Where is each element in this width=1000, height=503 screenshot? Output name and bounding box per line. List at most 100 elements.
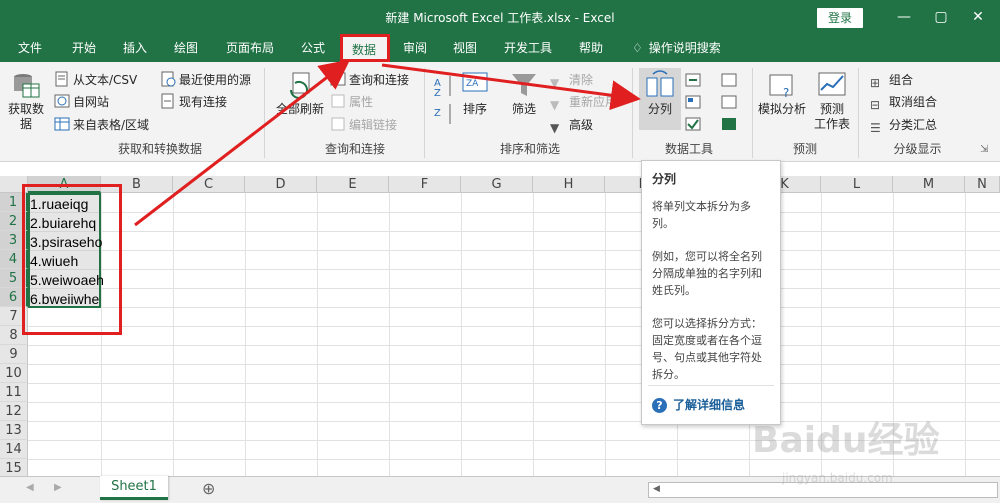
group-button[interactable]: ⊞ 组合	[870, 70, 913, 90]
existing-connections-button[interactable]: 现有连接	[160, 92, 227, 112]
column-header-f[interactable]: F	[389, 176, 461, 193]
tab-file[interactable]: 文件	[18, 34, 42, 62]
scroll-right-icon[interactable]: ▶	[54, 482, 62, 493]
tooltip-paragraph: 您可以选择拆分方式：固定宽度或者在各个逗号、句点或其他字符处拆分。	[652, 317, 762, 381]
tell-me-search[interactable]: ♢ 操作说明搜索	[632, 34, 721, 62]
tab-help[interactable]: 帮助	[579, 34, 603, 62]
tab-developer[interactable]: 开发工具	[504, 34, 552, 62]
group-label-queries: 查询和连接	[324, 142, 385, 156]
close-button[interactable]: ✕	[966, 5, 990, 29]
what-if-label: 模拟分析	[758, 102, 807, 116]
tooltip-paragraph: 例如，您可以将全名列分隔成单独的名字列和姓氏列。	[652, 250, 762, 297]
column-header-g[interactable]: G	[461, 176, 533, 193]
sort-az-icon[interactable]: AZ Z	[432, 74, 460, 126]
login-button[interactable]: 登录	[817, 8, 863, 28]
advanced-filter-icon: ▼	[550, 121, 560, 135]
column-header-n[interactable]: N	[965, 176, 1000, 193]
column-header-d[interactable]: D	[245, 176, 317, 193]
gridline	[245, 193, 246, 478]
formula-area	[0, 162, 1000, 176]
gridline	[28, 231, 1000, 232]
group-icon: ⊞	[870, 76, 881, 90]
filter-funnel-icon	[512, 74, 536, 96]
clear-filter-button[interactable]: ▼ 清除	[550, 70, 593, 90]
ungroup-button[interactable]: ⊟ 取消组合	[870, 92, 937, 112]
gridline	[28, 402, 1000, 403]
group-label-get-transform: 获取和转换数据	[117, 142, 202, 156]
group-separator	[424, 68, 425, 158]
row-header-14[interactable]: 14	[0, 440, 28, 459]
group-separator	[632, 68, 633, 158]
subtotal-button[interactable]: ☰ 分类汇总	[870, 115, 937, 135]
tab-home[interactable]: 开始	[72, 34, 96, 62]
watermark-brand: Baidu经验	[752, 420, 939, 461]
scroll-left-icon[interactable]: ◀	[26, 482, 34, 493]
column-header-c[interactable]: C	[173, 176, 245, 193]
svg-text:Z: Z	[434, 88, 441, 99]
gridline	[28, 345, 1000, 346]
ribbon-tabs: 文件 开始 插入 绘图 页面布局 公式 数据 审阅 视图 开发工具 帮助 ♢ 操作…	[0, 34, 1000, 62]
get-data-label: 获取数 据	[7, 102, 44, 131]
forecast-chart-icon	[818, 72, 846, 96]
row-header-10[interactable]: 10	[0, 364, 28, 383]
scroll-left-arrow-icon[interactable]: ◀	[653, 484, 660, 494]
dialog-launcher-icon[interactable]: ⇲	[980, 144, 988, 155]
filter-button[interactable]: 筛选	[506, 70, 542, 117]
gridline	[533, 193, 534, 478]
connections-icon	[161, 93, 174, 109]
row-header-12[interactable]: 12	[0, 402, 28, 421]
recent-sources-button[interactable]: 最近使用的源	[160, 70, 251, 90]
data-tools-small-icons[interactable]	[684, 72, 740, 132]
column-header-h[interactable]: H	[533, 176, 605, 193]
get-data-button[interactable]: 获取数 据	[6, 70, 46, 132]
row-header-13[interactable]: 13	[0, 421, 28, 440]
properties-icon	[331, 94, 345, 108]
refresh-all-button[interactable]: 全部刷新	[274, 70, 326, 117]
minimize-button[interactable]: —	[892, 5, 916, 29]
gridline	[28, 307, 1000, 308]
edit-links-button[interactable]: 编辑链接	[330, 115, 397, 135]
tab-draw[interactable]: 绘图	[174, 34, 198, 62]
from-text-csv-button[interactable]: 从文本/CSV	[54, 70, 137, 90]
reapply-button[interactable]: ▼ 重新应用	[550, 92, 617, 112]
text-to-columns-icon	[646, 70, 674, 97]
globe-icon	[54, 94, 70, 108]
sort-dialog-icon: ZA	[462, 72, 488, 92]
group-label-outline: 分级显示	[893, 142, 942, 156]
group-separator	[752, 68, 753, 158]
gridline	[28, 326, 1000, 327]
queries-connections-button[interactable]: 查询和连接	[330, 70, 409, 90]
column-header-m[interactable]: M	[893, 176, 965, 193]
advanced-filter-button[interactable]: ▼ 高级	[550, 115, 593, 135]
row-header-11[interactable]: 11	[0, 383, 28, 402]
from-table-range-button[interactable]: 来自表格/区域	[54, 115, 149, 135]
learn-more-link[interactable]: ? 了解详细信息	[652, 397, 745, 414]
column-header-e[interactable]: E	[317, 176, 389, 193]
tab-review[interactable]: 审阅	[403, 34, 427, 62]
gridline	[28, 212, 1000, 213]
table-icon	[54, 117, 70, 131]
sort-button[interactable]: ZA 排序	[458, 70, 492, 117]
group-separator	[264, 68, 265, 158]
tab-insert[interactable]: 插入	[123, 34, 147, 62]
forecast-sheet-button[interactable]: 预测 工作表	[812, 70, 852, 132]
gridline	[317, 193, 318, 478]
row-header-9[interactable]: 9	[0, 345, 28, 364]
text-to-columns-label: 分列	[647, 102, 672, 116]
tooltip-divider	[648, 385, 774, 386]
text-to-columns-button[interactable]: 分列	[639, 68, 681, 130]
tab-formulas[interactable]: 公式	[301, 34, 325, 62]
tab-page-layout[interactable]: 页面布局	[226, 34, 274, 62]
gridline	[28, 364, 1000, 365]
maximize-button[interactable]: ▢	[929, 5, 953, 29]
column-header-l[interactable]: L	[821, 176, 893, 193]
edit-links-icon	[331, 117, 345, 131]
tab-view[interactable]: 视图	[453, 34, 477, 62]
sheet-tab-sheet1[interactable]: Sheet1	[100, 476, 168, 500]
properties-button[interactable]: 属性	[330, 92, 373, 112]
from-web-button[interactable]: 自网站	[54, 92, 109, 112]
annotation-box-data-tab	[340, 34, 390, 62]
add-sheet-icon[interactable]: ⊕	[202, 479, 215, 498]
group-label-sort-filter: 排序和筛选	[499, 142, 560, 156]
what-if-analysis-button[interactable]: ? 模拟分析	[758, 70, 806, 117]
